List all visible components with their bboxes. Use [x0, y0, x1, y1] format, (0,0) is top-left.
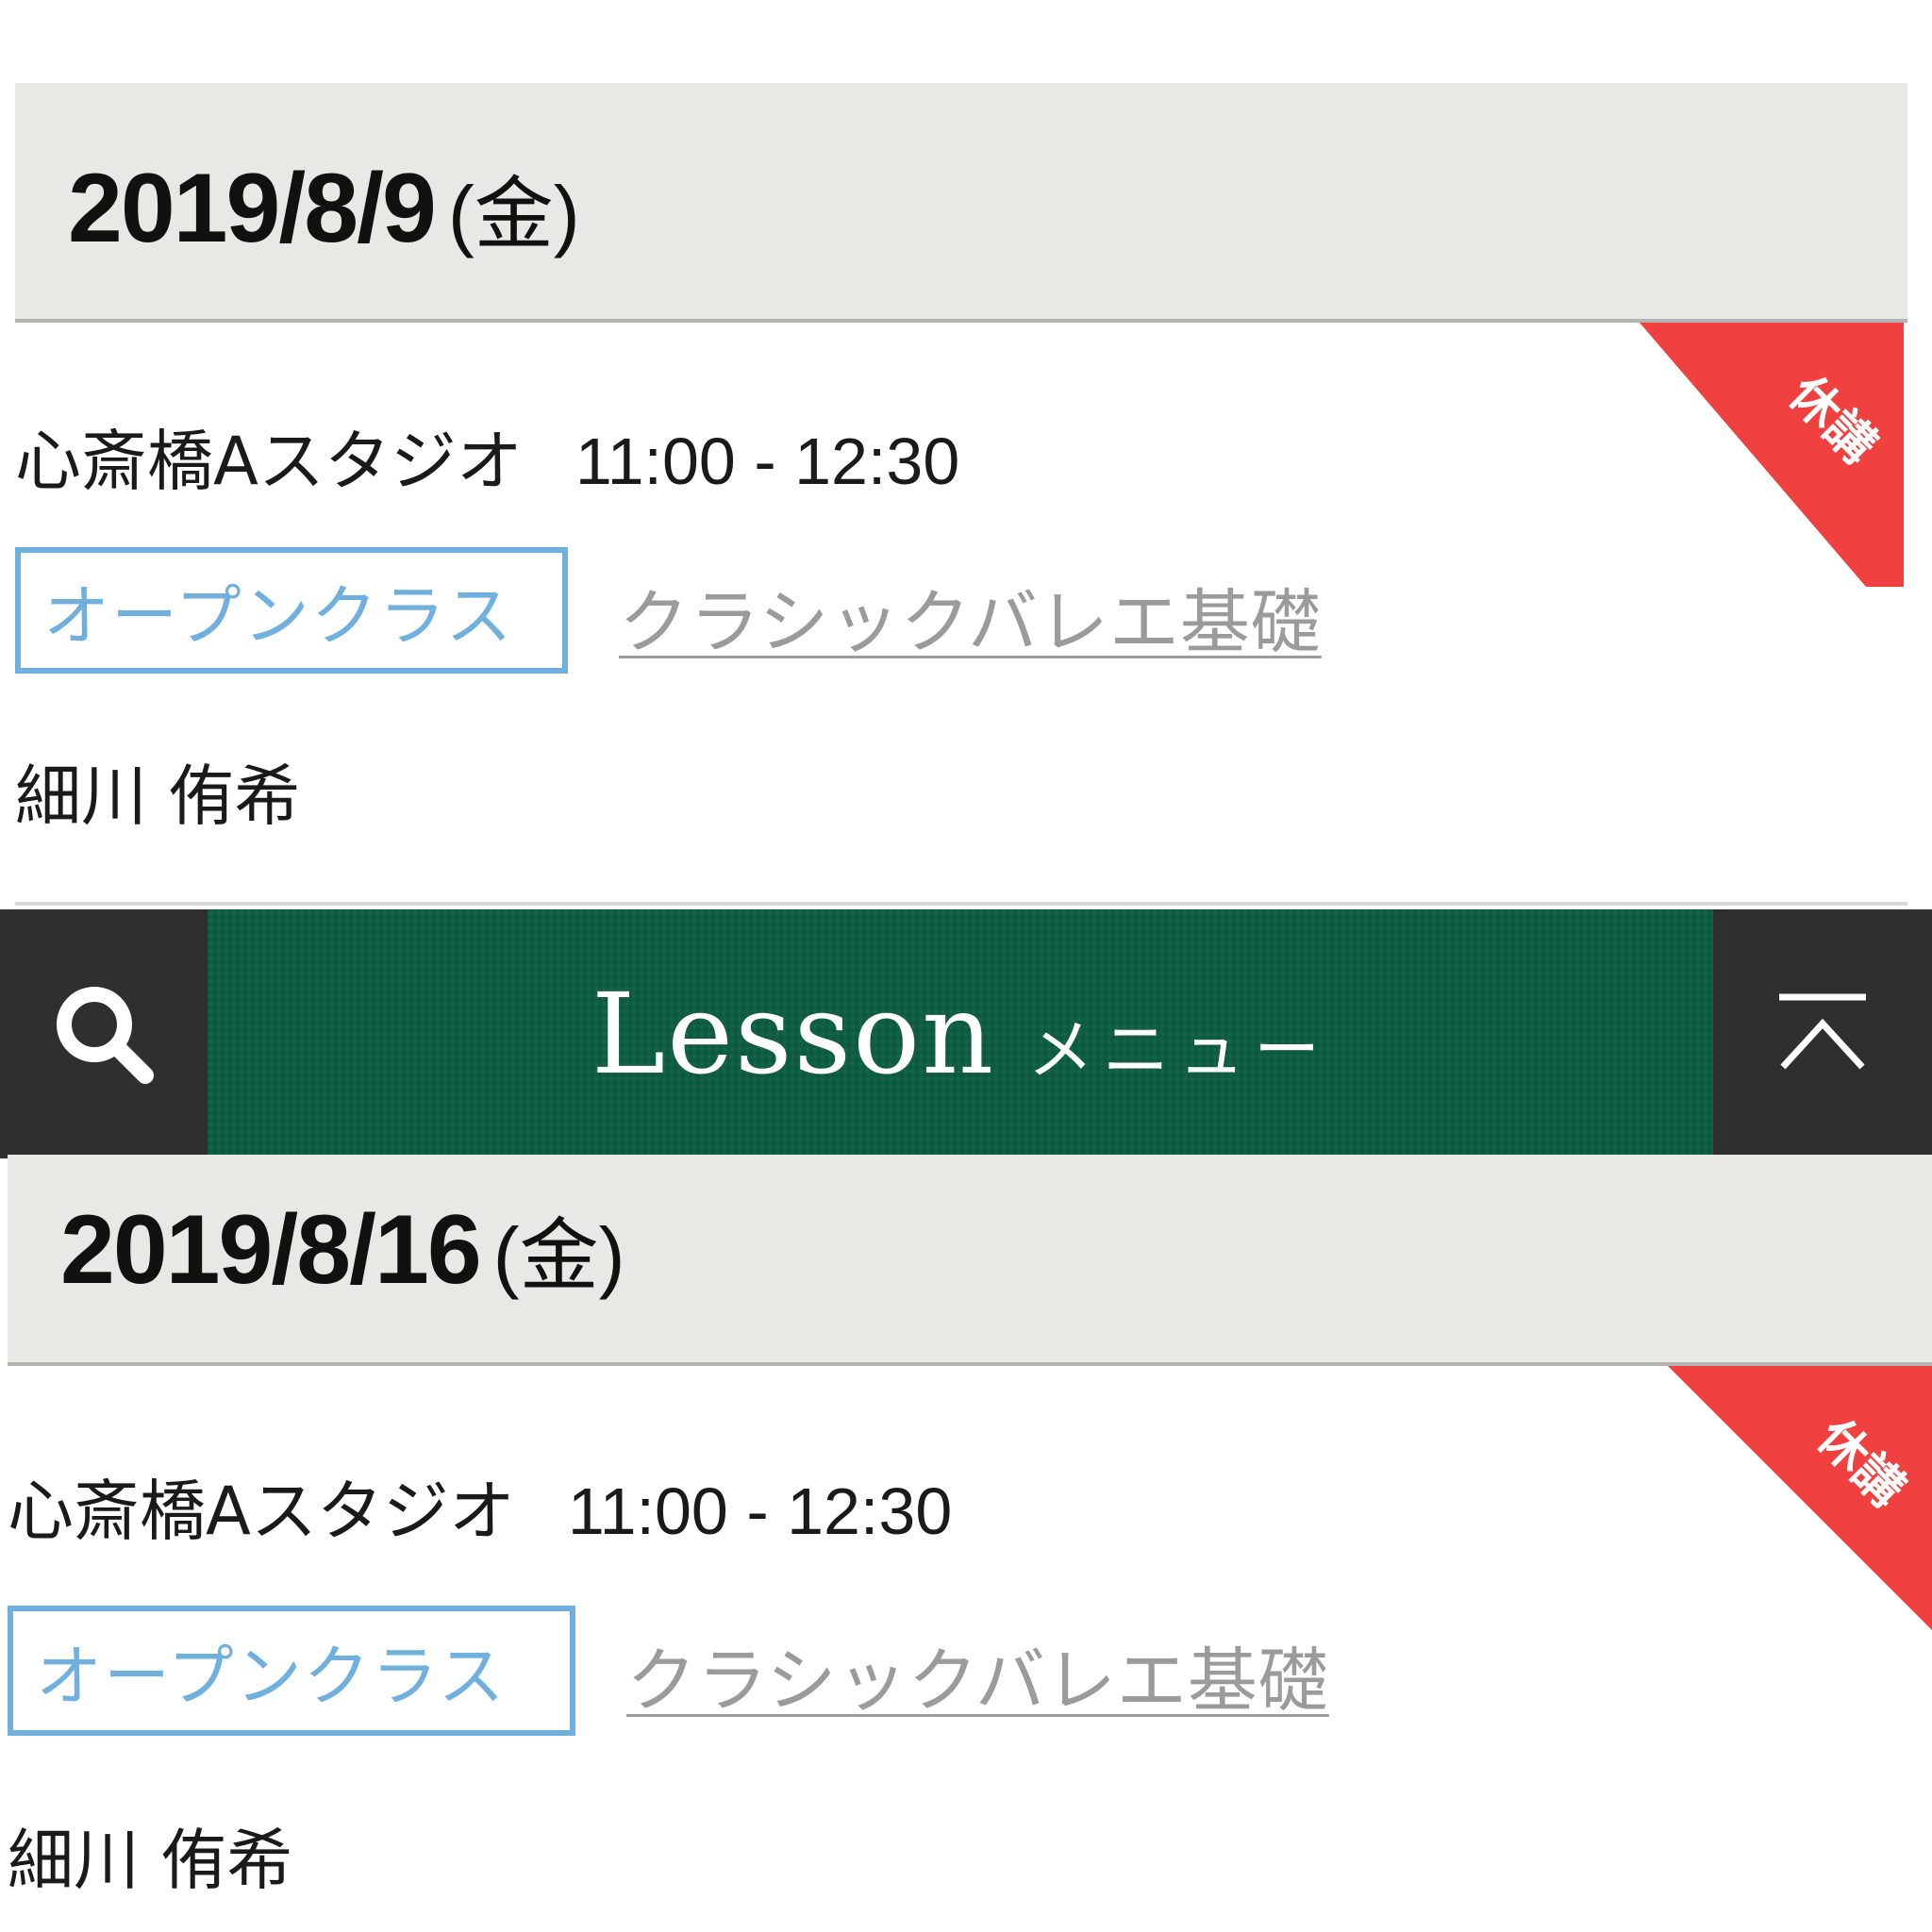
lesson-date: 2019/8/16 (金) [60, 1192, 625, 1307]
lesson-time: 11:00 - 12:30 [567, 1474, 953, 1548]
studio-time-line: 心斎橋Aスタジオ 11:00 - 12:30 [15, 408, 959, 504]
instructor-name: 細川 侑希 [15, 758, 301, 835]
lesson-menu-bar: Lesson メニュー [0, 909, 1932, 1158]
weekday: (金) [447, 170, 580, 258]
date-value: 2019/8/16 [60, 1195, 482, 1305]
class-name-link[interactable]: クラシックバレエ基礎 [626, 1624, 1329, 1725]
open-class-badge: オープンクラス [8, 1606, 575, 1736]
cancel-ribbon: 休講 [1640, 323, 1904, 587]
weekday: (金) [492, 1211, 625, 1300]
search-button[interactable] [0, 909, 208, 1158]
class-name-link[interactable]: クラシックバレエ基礎 [619, 566, 1322, 667]
lesson-date: 2019/8/9 (金) [68, 151, 580, 265]
menu-title-en: Lesson [591, 969, 996, 1099]
studio-name: 心斎橋Aスタジオ [15, 423, 523, 500]
date-value: 2019/8/9 [68, 154, 437, 263]
menu-title-jp: メニュー [1027, 1011, 1330, 1089]
lesson-time: 11:00 - 12:30 [575, 425, 960, 498]
divider [15, 902, 1907, 906]
studio-time-line: 心斎橋Aスタジオ 11:00 - 12:30 [8, 1458, 952, 1554]
back-to-top-icon [1779, 993, 1866, 1070]
studio-name: 心斎橋Aスタジオ [8, 1473, 515, 1550]
search-icon [57, 987, 154, 1084]
date-header: 2019/8/16 (金) [8, 1155, 1932, 1366]
date-header: 2019/8/9 (金) [15, 83, 1907, 323]
menu-title: Lesson メニュー [591, 969, 1329, 1099]
open-class-badge: オープンクラス [15, 547, 568, 674]
lesson-card: 2019/8/16 (金) 休講 心斎橋Aスタジオ 11:00 - 12:30 オー… [8, 1155, 1932, 1932]
instructor-name: 細川 侑希 [8, 1822, 293, 1899]
lesson-menu-button[interactable]: Lesson メニュー [208, 909, 1713, 1158]
back-to-top-button[interactable] [1713, 909, 1932, 1158]
lesson-card: 2019/8/9 (金) 休講 心斎橋Aスタジオ 11:00 - 12:30 オープ… [15, 83, 1907, 904]
cancel-ribbon: 休講 [1668, 1366, 1932, 1630]
